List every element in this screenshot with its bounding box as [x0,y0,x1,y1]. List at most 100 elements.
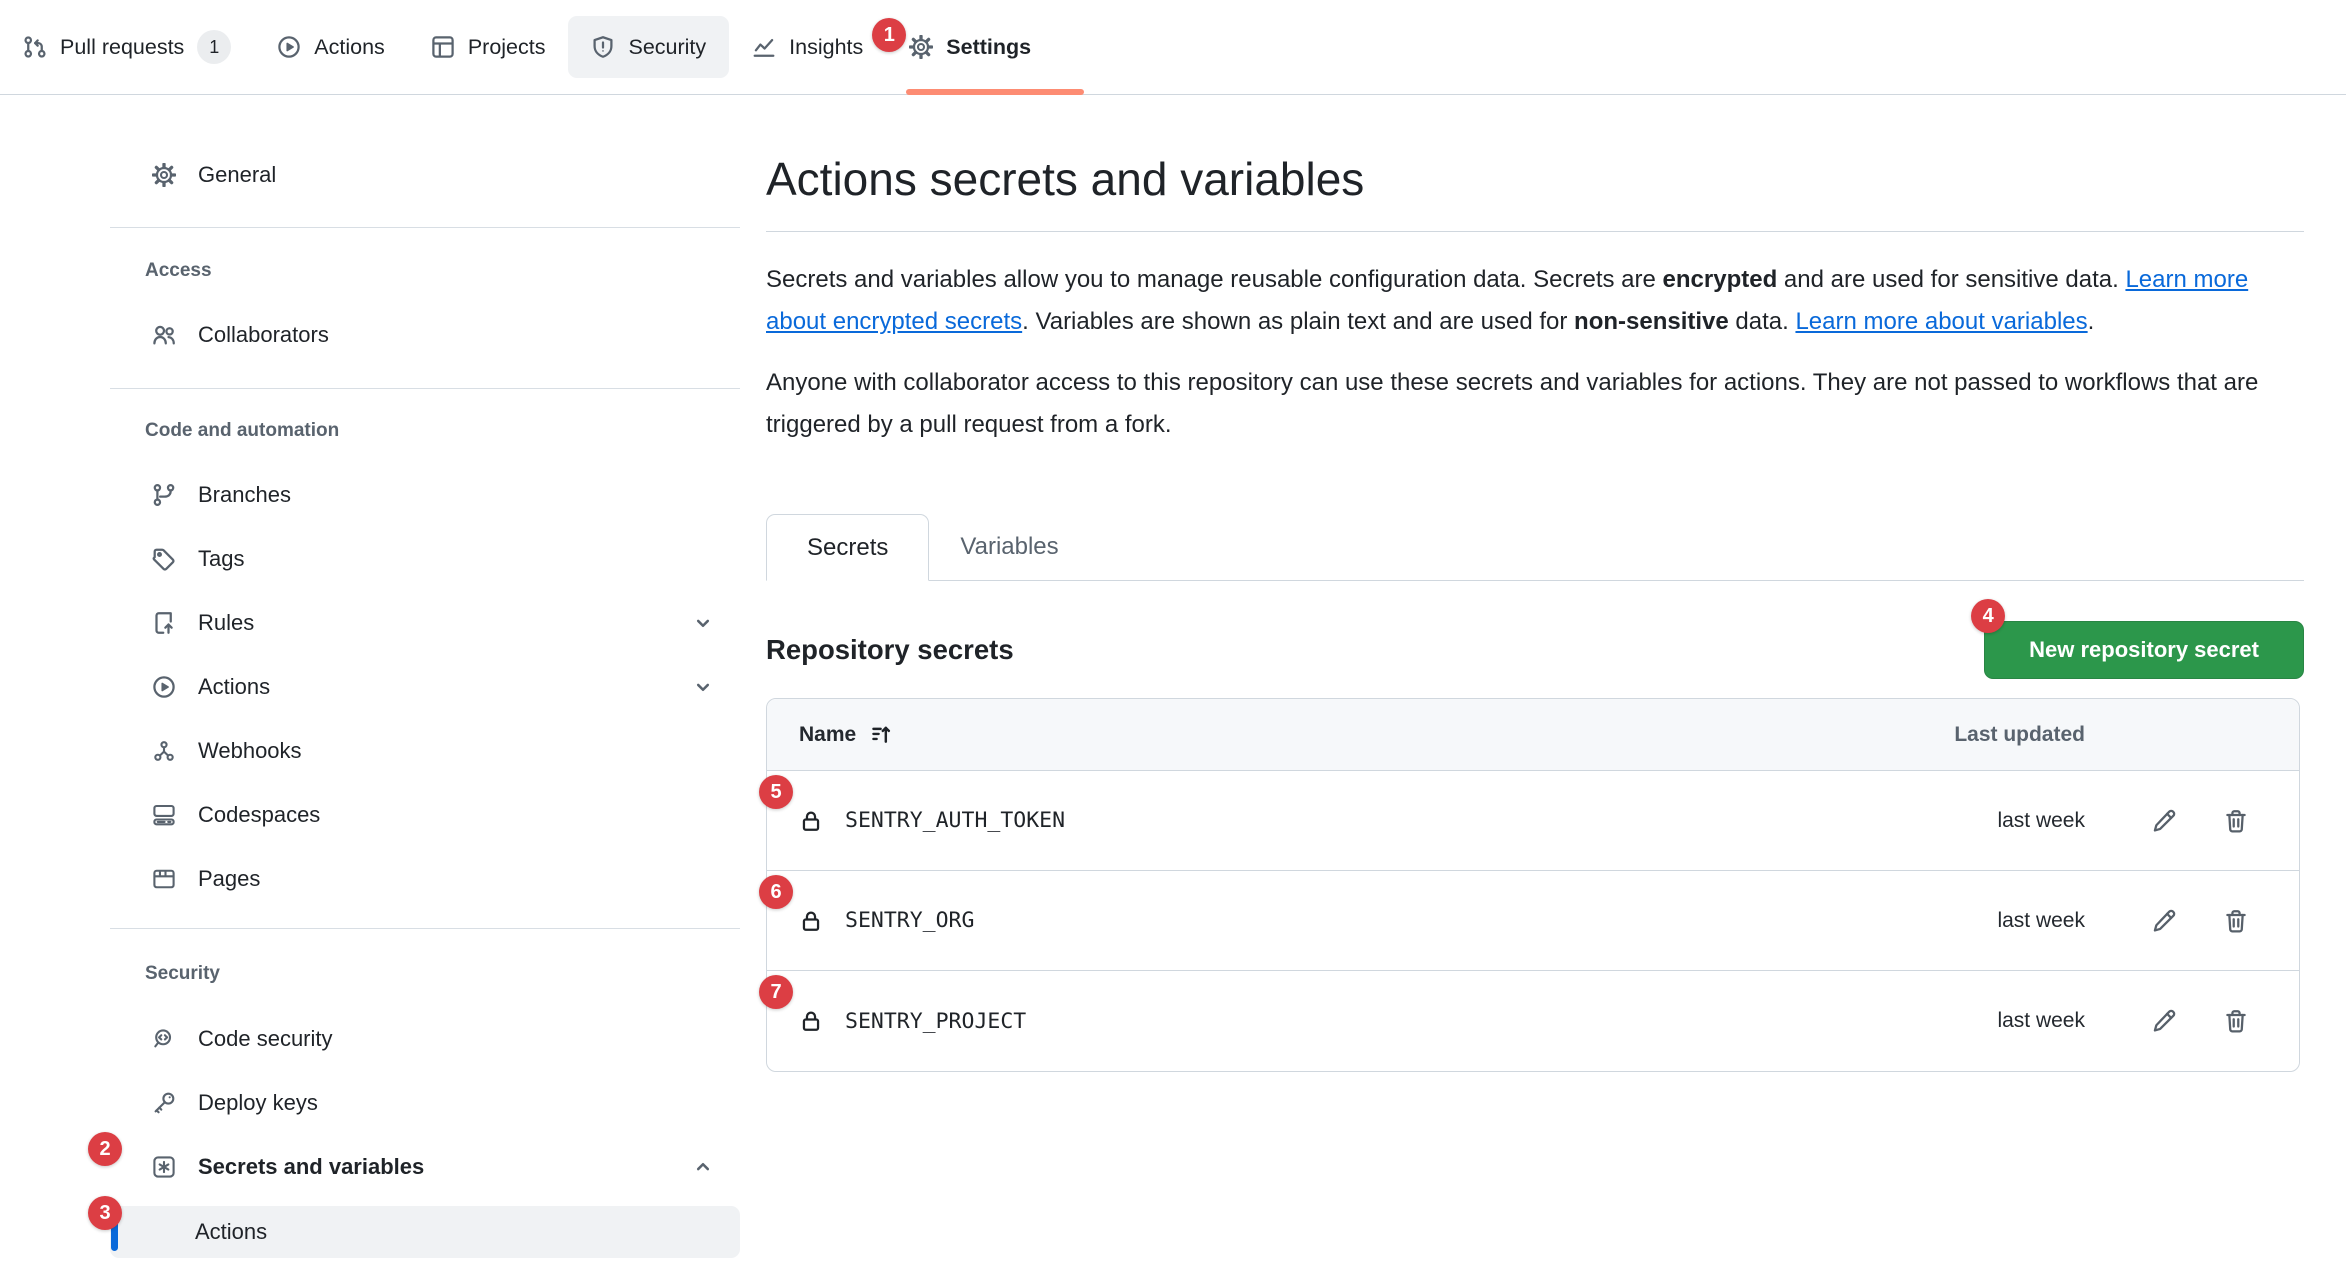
tab-actions[interactable]: Actions [254,12,408,82]
page-title: Actions secrets and variables [766,152,2304,206]
tab-projects[interactable]: Projects [408,12,569,82]
delete-trash-icon[interactable] [2223,908,2249,934]
column-name-label: Name [799,723,856,747]
people-icon [152,323,176,347]
webhook-icon [152,739,176,763]
tab-pull-requests-label: Pull requests [60,35,184,60]
tab-variables[interactable]: Variables [929,513,1089,580]
gear-icon [152,163,176,187]
chevron-up-icon [692,1156,714,1178]
column-header-last-updated: Last updated [1954,723,2299,747]
secret-last-updated: last week [1997,909,2085,933]
sidebar-item-rules[interactable]: Rules [110,591,740,655]
intro-text: data. [1729,308,1796,335]
delete-trash-icon[interactable] [2223,1008,2249,1034]
annotation-badge-5: 5 [759,775,793,809]
asterisk-box-icon [152,1155,176,1179]
play-icon [152,675,176,699]
annotation-badge-2: 2 [88,1132,122,1166]
sidebar-section-access: Access [110,247,740,295]
intro-text: Secrets and variables allow you to manag… [766,266,1663,293]
sidebar-item-branches[interactable]: Branches [110,463,740,527]
sidebar-subitem-label: Actions [195,1219,267,1245]
table-header: Name Last updated [767,699,2299,771]
tab-actions-label: Actions [314,35,385,60]
git-branch-icon [152,483,176,507]
sidebar-subitem-actions[interactable]: 3 Actions [110,1206,740,1258]
key-icon [152,1091,176,1115]
sidebar-section-security: Security [110,950,740,998]
sidebar-item-label: Deploy keys [198,1090,318,1116]
intro-paragraph-1: Secrets and variables allow you to manag… [766,259,2304,343]
sidebar-item-code-security[interactable]: Code security [110,1007,740,1071]
annotation-badge-6: 6 [759,875,793,909]
sidebar-item-webhooks[interactable]: Webhooks [110,719,740,783]
sidebar-item-label: Actions [198,674,270,700]
secret-name-cell: SENTRY_ORG [799,908,974,933]
lock-icon [799,1009,823,1033]
secret-last-updated: last week [1997,809,2085,833]
codespaces-icon [152,803,176,827]
pull-requests-counter: 1 [197,30,231,64]
shield-icon [591,35,615,59]
chevron-down-icon [692,676,714,698]
git-pull-request-icon [23,35,47,59]
settings-sidebar: General Access Collaborators Code and au… [110,143,740,1258]
sidebar-item-deploy-keys[interactable]: Deploy keys [110,1071,740,1135]
tab-secrets[interactable]: Secrets [766,514,929,581]
intro-text: and are used for sensitive data. [1777,266,2125,293]
link-variables[interactable]: Learn more about variables [1795,308,2087,335]
column-header-name[interactable]: Name [767,723,893,747]
sidebar-item-label: Code security [198,1026,333,1052]
sidebar-item-codespaces[interactable]: Codespaces [110,783,740,847]
sidebar-item-label: Pages [198,866,260,892]
repository-secrets-heading: Repository secrets [766,634,1014,666]
edit-pencil-icon[interactable] [2151,808,2177,834]
tab-pull-requests[interactable]: Pull requests 1 [0,12,254,82]
browser-icon [152,867,176,891]
secret-last-updated: last week [1997,1009,2085,1033]
table-icon [431,35,455,59]
new-repository-secret-button[interactable]: New repository secret [1984,621,2304,679]
sidebar-item-actions[interactable]: Actions [110,655,740,719]
tab-security[interactable]: Security [568,16,729,78]
annotation-badge-4: 4 [1971,599,2005,633]
repository-settings-page: Pull requests 1 Actions Projects Securit… [0,0,2346,1278]
delete-trash-icon[interactable] [2223,808,2249,834]
sidebar-item-label: Codespaces [198,802,320,828]
sidebar-item-label: General [198,162,276,188]
tag-icon [152,547,176,571]
secret-row-sentry-org: 6 SENTRY_ORG last week [767,871,2299,971]
repository-secrets-header-row: Repository secrets 4 New repository secr… [766,621,2304,679]
intro-text: . [2088,308,2095,335]
sidebar-divider [110,227,740,228]
annotation-badge-3: 3 [88,1196,122,1230]
sidebar-divider [110,928,740,929]
edit-pencil-icon[interactable] [2151,908,2177,934]
sidebar-item-secrets-and-variables[interactable]: 2 Secrets and variables [110,1135,740,1199]
rules-icon [152,611,176,635]
sidebar-item-label: Collaborators [198,322,329,348]
sidebar-item-tags[interactable]: Tags [110,527,740,591]
new-repository-secret-wrap: 4 New repository secret [1984,621,2304,679]
sidebar-item-label: Secrets and variables [198,1154,424,1180]
edit-pencil-icon[interactable] [2151,1008,2177,1034]
intro-paragraph-2: Anyone with collaborator access to this … [766,362,2304,446]
sidebar-item-general[interactable]: General [110,143,740,207]
sidebar-item-pages[interactable]: Pages [110,847,740,911]
secret-name: SENTRY_AUTH_TOKEN [845,808,1065,833]
secret-name: SENTRY_PROJECT [845,1009,1026,1034]
secret-name-cell: SENTRY_PROJECT [799,1009,1026,1034]
sidebar-item-collaborators[interactable]: Collaborators [110,303,740,367]
main-content: Actions secrets and variables Secrets an… [766,0,2304,1072]
title-divider [766,231,2304,232]
sidebar-item-label: Tags [198,546,244,572]
secrets-variables-tabnav: Secrets Variables [766,513,2304,581]
tab-projects-label: Projects [468,35,546,60]
sidebar-item-label: Rules [198,610,254,636]
secret-name-cell: SENTRY_AUTH_TOKEN [799,808,1065,833]
intro-text: . Variables are shown as plain text and … [1022,308,1574,335]
sidebar-section-code-and-automation: Code and automation [110,407,740,455]
sidebar-item-label: Webhooks [198,738,302,764]
secret-name: SENTRY_ORG [845,908,974,933]
